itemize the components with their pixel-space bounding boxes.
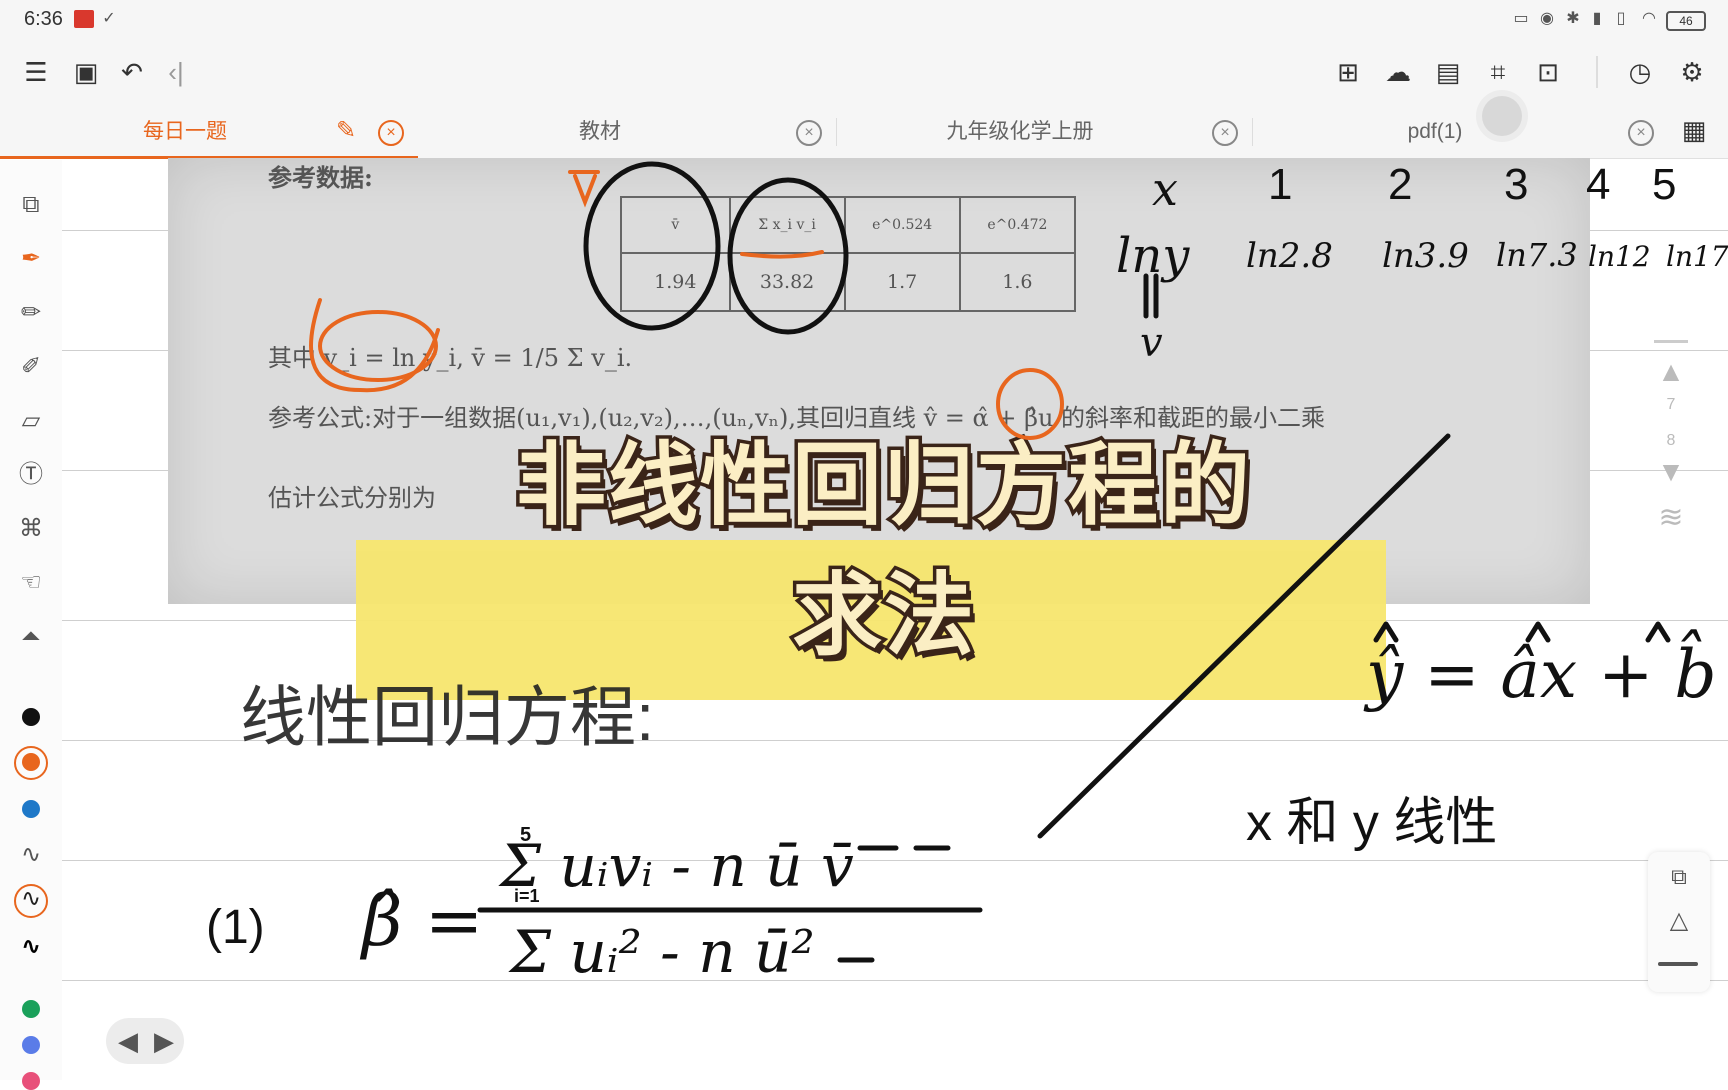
page-down-icon[interactable]: ▼ (1654, 456, 1688, 488)
hw-x-value: 5 (1652, 160, 1677, 209)
current-page: 7 (1666, 396, 1676, 413)
hw-beta-hat: β̂ = (362, 880, 484, 962)
orange-circle-vhat (996, 368, 1064, 440)
hw-lny-value: ln7.3 (1496, 236, 1578, 274)
hw-yhat-equation: ŷ = âx + b̂ (1366, 636, 1717, 713)
hw-numerator: Σ uᵢvᵢ - n ū v̄ (500, 832, 854, 900)
mini-select-icon[interactable]: ⧉ (1662, 860, 1696, 894)
hw-x-value: 1 (1268, 160, 1293, 209)
total-pages: 8 (1666, 432, 1676, 449)
hw-x-label: x (1152, 162, 1178, 216)
mini-stroke-icon[interactable] (1658, 962, 1698, 966)
orange-vbar-mark (568, 170, 600, 208)
hw-x-value: 3 (1504, 160, 1529, 209)
circle-vbar (583, 161, 721, 331)
mini-pen-icon[interactable]: △ (1662, 904, 1696, 938)
scroll-handle[interactable] (1654, 340, 1688, 343)
layers-icon[interactable]: ≋ (1654, 500, 1688, 535)
page-up-icon[interactable]: ▲ (1654, 356, 1688, 388)
hw-item-1: (1) (206, 901, 265, 954)
hw-lny-value: ln17 (1666, 240, 1728, 273)
hw-lny-value: ln12 (1588, 240, 1651, 273)
hw-lny-value: ln3.9 (1382, 236, 1469, 276)
hw-lny-value: ln2.8 (1246, 236, 1333, 276)
orange-underline (740, 250, 824, 259)
bar-marks (837, 845, 951, 963)
hw-denominator: Σ uᵢ² - n ū² (510, 918, 815, 986)
next-page-icon[interactable]: ▶ (154, 1026, 174, 1057)
hw-x-value: 4 (1586, 160, 1611, 209)
hw-lny-label: lny (1116, 228, 1190, 284)
hw-v-label: v (1140, 320, 1163, 366)
hw-linear-eq-label: 线性回归方程: (240, 680, 655, 754)
prev-page-icon[interactable]: ◀ (118, 1026, 138, 1057)
hw-x-value: 2 (1388, 160, 1413, 209)
hw-xy-linear: x 和 y 线性 (1246, 794, 1498, 852)
